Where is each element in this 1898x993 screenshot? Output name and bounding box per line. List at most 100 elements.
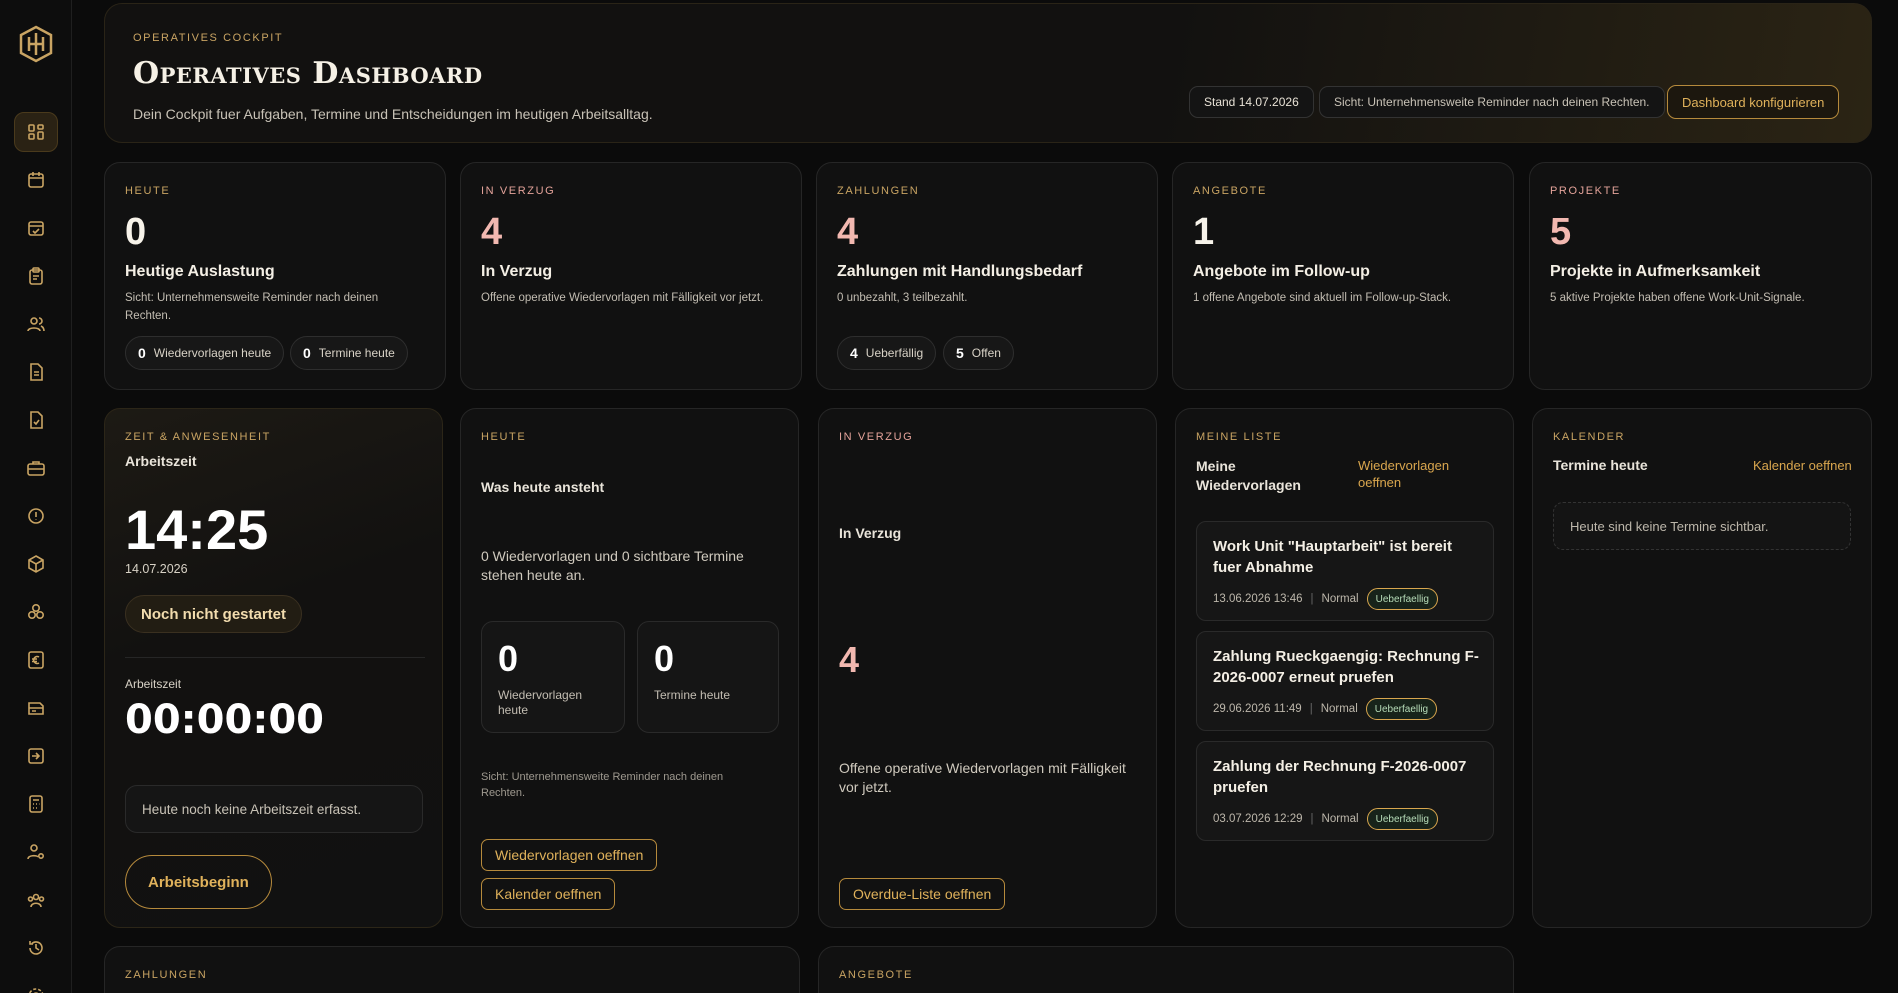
reminder-meta: 13.06.2026 13:46 | Normal Ueberfaellig (1213, 588, 1438, 610)
time-eyebrow: Zeit & Anwesenheit (125, 431, 271, 443)
today-summary: 0 Wiedervorlagen und 0 sichtbare Termine… (481, 548, 744, 583)
today-reminders-box: 0 Wiedervorlagen heute (481, 621, 625, 733)
reminder-title: Zahlung Rueckgaengig: Rechnung F-2026-00… (1213, 648, 1479, 686)
stat-title: Angebote im Follow-up (1193, 263, 1370, 280)
hero-header: Operatives Cockpit Operatives Dashboard … (104, 3, 1872, 143)
no-appointments-notice: Heute sind keine Termine sichtbar. (1553, 502, 1851, 550)
reminder-priority: Normal (1320, 703, 1358, 715)
nav-alert-icon[interactable] (14, 496, 58, 536)
nav-euro-icon[interactable] (14, 640, 58, 680)
stat-eyebrow: Zahlungen (837, 185, 920, 197)
chip-value: 5 (956, 345, 964, 361)
chip-value: 4 (850, 345, 858, 361)
nav-calendar-check-icon[interactable] (14, 208, 58, 248)
overdue-card: In Verzug In Verzug 4 Offene operative W… (818, 408, 1157, 928)
nav-document-check-icon[interactable] (14, 400, 58, 440)
stat-card-offers[interactable]: Angebote 1 Angebote im Follow-up 1 offen… (1172, 162, 1514, 390)
stat-description: 1 offene Angebote sind aktuell im Follow… (1193, 292, 1452, 304)
list-item[interactable]: Zahlung der Rechnung F-2026-0007 pruefen… (1196, 741, 1494, 841)
page-subtitle: Dein Cockpit fuer Aufgaben, Termine und … (133, 106, 653, 122)
reminder-meta: 29.06.2026 11:49 | Normal Ueberfaellig (1213, 698, 1438, 720)
time-attendance-card: Zeit & Anwesenheit Arbeitszeit 14:25 14.… (104, 408, 443, 928)
calendar-eyebrow: Kalender (1553, 431, 1626, 443)
nav-invoice-icon[interactable] (14, 688, 58, 728)
open-calendar-button[interactable]: Kalender oeffnen (481, 878, 616, 910)
stat-card-payments[interactable]: Zahlungen 4 Zahlungen mit Handlungsbedar… (816, 162, 1158, 390)
stat-eyebrow: Heute (125, 185, 171, 197)
mylist-title: Meine Wiedervorlagen (1196, 458, 1301, 493)
nav-import-icon[interactable] (14, 736, 58, 776)
stat-description: 0 unbezahlt, 3 teilbezahlt. (837, 292, 968, 304)
configure-dashboard-button[interactable]: Dashboard konfigurieren (1667, 85, 1840, 119)
chip-value: 0 (303, 345, 311, 361)
nav-user-settings-icon[interactable] (14, 832, 58, 872)
overdue-value: 4 (839, 639, 860, 680)
today-appointments-box: 0 Termine heute (637, 621, 779, 733)
nav-briefcase-icon[interactable] (14, 448, 58, 488)
overdue-badge: Ueberfaellig (1366, 588, 1438, 610)
reminder-meta: 03.07.2026 12:29 | Normal Ueberfaellig (1213, 808, 1438, 830)
list-item[interactable]: Zahlung Rueckgaengig: Rechnung F-2026-00… (1196, 631, 1494, 731)
chip-label: Termine heute (318, 346, 395, 360)
stat-card-projects[interactable]: Projekte 5 Projekte in Aufmerksamkeit 5 … (1529, 162, 1872, 390)
stat-title: Heutige Auslastung (125, 263, 275, 280)
list-item[interactable]: Work Unit "Hauptarbeit" ist bereit fuer … (1196, 521, 1494, 621)
stat-description: 5 aktive Projekte haben offene Work-Unit… (1550, 292, 1805, 304)
chip-offen: 5 Offen (943, 336, 1014, 370)
stat-eyebrow: In Verzug (481, 185, 556, 197)
open-calendar-link[interactable]: Kalender oeffnen (1753, 457, 1852, 474)
payments-card: Zahlungen (104, 946, 800, 993)
overdue-badge: Ueberfaellig (1366, 808, 1438, 830)
worktime-counter: 00:00:00 (125, 697, 324, 743)
stat-card-today[interactable]: Heute 0 Heutige Auslastung Sicht: Untern… (104, 162, 446, 390)
stat-value: 0 (125, 211, 147, 253)
nav-history-icon[interactable] (14, 928, 58, 968)
scope-badge: Sicht: Unternehmensweite Reminder nach d… (1319, 86, 1665, 118)
stat-value: 5 (1550, 211, 1572, 253)
nav-document-icon[interactable] (14, 352, 58, 392)
stat-card-overdue[interactable]: In Verzug 4 In Verzug Offene operative W… (460, 162, 802, 390)
today-eyebrow: Heute (481, 431, 527, 443)
nav-boxes-icon[interactable] (14, 592, 58, 632)
stat-title: Projekte in Aufmerksamkeit (1550, 263, 1761, 280)
nav-box-icon[interactable] (14, 544, 58, 584)
today-appointments-value: 0 (654, 638, 675, 679)
calendar-title: Termine heute (1553, 457, 1648, 473)
nav-clipboard-icon[interactable] (14, 256, 58, 296)
today-scope: Sicht: Unternehmensweite Reminder nach d… (481, 771, 724, 799)
today-appointments-label: Termine heute (654, 688, 731, 702)
mylist-eyebrow: Meine Liste (1196, 431, 1283, 443)
current-clock: 14:25 (125, 498, 269, 561)
nav-calendar-icon[interactable] (14, 160, 58, 200)
start-work-button[interactable]: Arbeitsbeginn (125, 855, 272, 909)
nav-dashboard-icon[interactable] (14, 112, 58, 152)
reminder-title: Work Unit "Hauptarbeit" ist bereit fuer … (1213, 538, 1452, 576)
reminder-date: 29.06.2026 11:49 (1213, 703, 1302, 715)
chip-ueberfaellig: 4 Ueberfällig (837, 336, 937, 370)
nav-calculator-icon[interactable] (14, 784, 58, 824)
stat-description: Sicht: Unternehmensweite Reminder nach d… (125, 292, 379, 322)
open-overdue-list-button[interactable]: Overdue-Liste oeffnen (839, 878, 1006, 910)
stat-value: 4 (481, 211, 503, 253)
chip-label: Offen (971, 346, 1001, 360)
open-reminders-button[interactable]: Wiedervorlagen oeffnen (481, 839, 658, 871)
overdue-eyebrow: In Verzug (839, 431, 914, 443)
reminder-priority: Normal (1321, 813, 1359, 825)
status-badge: Noch nicht gestartet (125, 595, 303, 633)
stat-description: Offene operative Wiedervorlagen mit Fäll… (481, 292, 764, 304)
no-worktime-notice: Heute noch keine Arbeitszeit erfasst. (125, 785, 423, 833)
logo-icon[interactable] (16, 24, 56, 64)
today-reminders-value: 0 (498, 638, 519, 679)
offers-card: Angebote (818, 946, 1514, 993)
today-title: Was heute ansteht (481, 479, 605, 495)
chip-termine-heute: 0 Termine heute (290, 336, 408, 370)
open-reminders-link[interactable]: Wiedervorlagen oeffnen (1358, 457, 1478, 491)
nav-settings-icon[interactable] (14, 976, 58, 993)
nav-team-icon[interactable] (14, 880, 58, 920)
worktime-label: Arbeitszeit (125, 677, 182, 691)
stat-value: 4 (837, 211, 859, 253)
nav-users-icon[interactable] (14, 304, 58, 344)
stat-eyebrow: Angebote (1193, 185, 1267, 197)
overdue-badge: Ueberfaellig (1365, 698, 1438, 720)
calendar-card: Kalender Termine heute Kalender oeffnen … (1532, 408, 1872, 928)
